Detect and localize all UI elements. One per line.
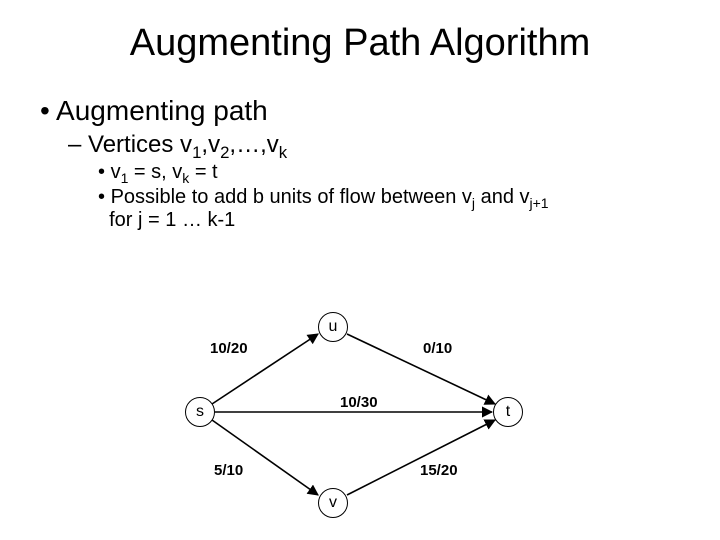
b3b-p1: Possible to add b units of flow between … [111,186,472,208]
node-t: t [493,397,523,427]
node-s: s [185,397,215,427]
b3b-p2: and v [475,186,529,208]
flow-graph-diagram: u s t v 10/20 0/10 10/30 5/10 15/20 [0,310,720,540]
bullet-level2: – Vertices v1,v2,…,vk [68,131,720,159]
edge-label-sv: 5/10 [214,462,243,479]
b3a-p2: = s, v [128,161,182,183]
bullet1-text: Augmenting path [56,95,268,126]
b2-p2: ,v [201,131,220,158]
bullet-level3-a: • v1 = s, vk = t [98,161,720,184]
edge-label-su: 10/20 [210,340,248,357]
b3a-p3: = t [189,161,217,183]
slide-title: Augmenting Path Algorithm [0,0,720,65]
slide-body: • Augmenting path – Vertices v1,v2,…,vk … [0,65,720,232]
graph-edges [0,310,720,540]
edge-label-ut: 0/10 [423,340,452,357]
node-u: u [318,312,348,342]
b2-p1: Vertices v [88,131,192,158]
edge-label-st: 10/30 [340,394,378,411]
node-v: v [318,488,348,518]
bullet-level3-b: • Possible to add b units of flow betwee… [98,186,720,232]
bullet-level1: • Augmenting path [40,95,720,127]
b3a-p1: v [111,161,121,183]
edge-label-vt: 15/20 [420,462,458,479]
b3b-p3: for j = 1 … k-1 [109,209,235,231]
b2-p3: ,…,v [229,131,278,158]
